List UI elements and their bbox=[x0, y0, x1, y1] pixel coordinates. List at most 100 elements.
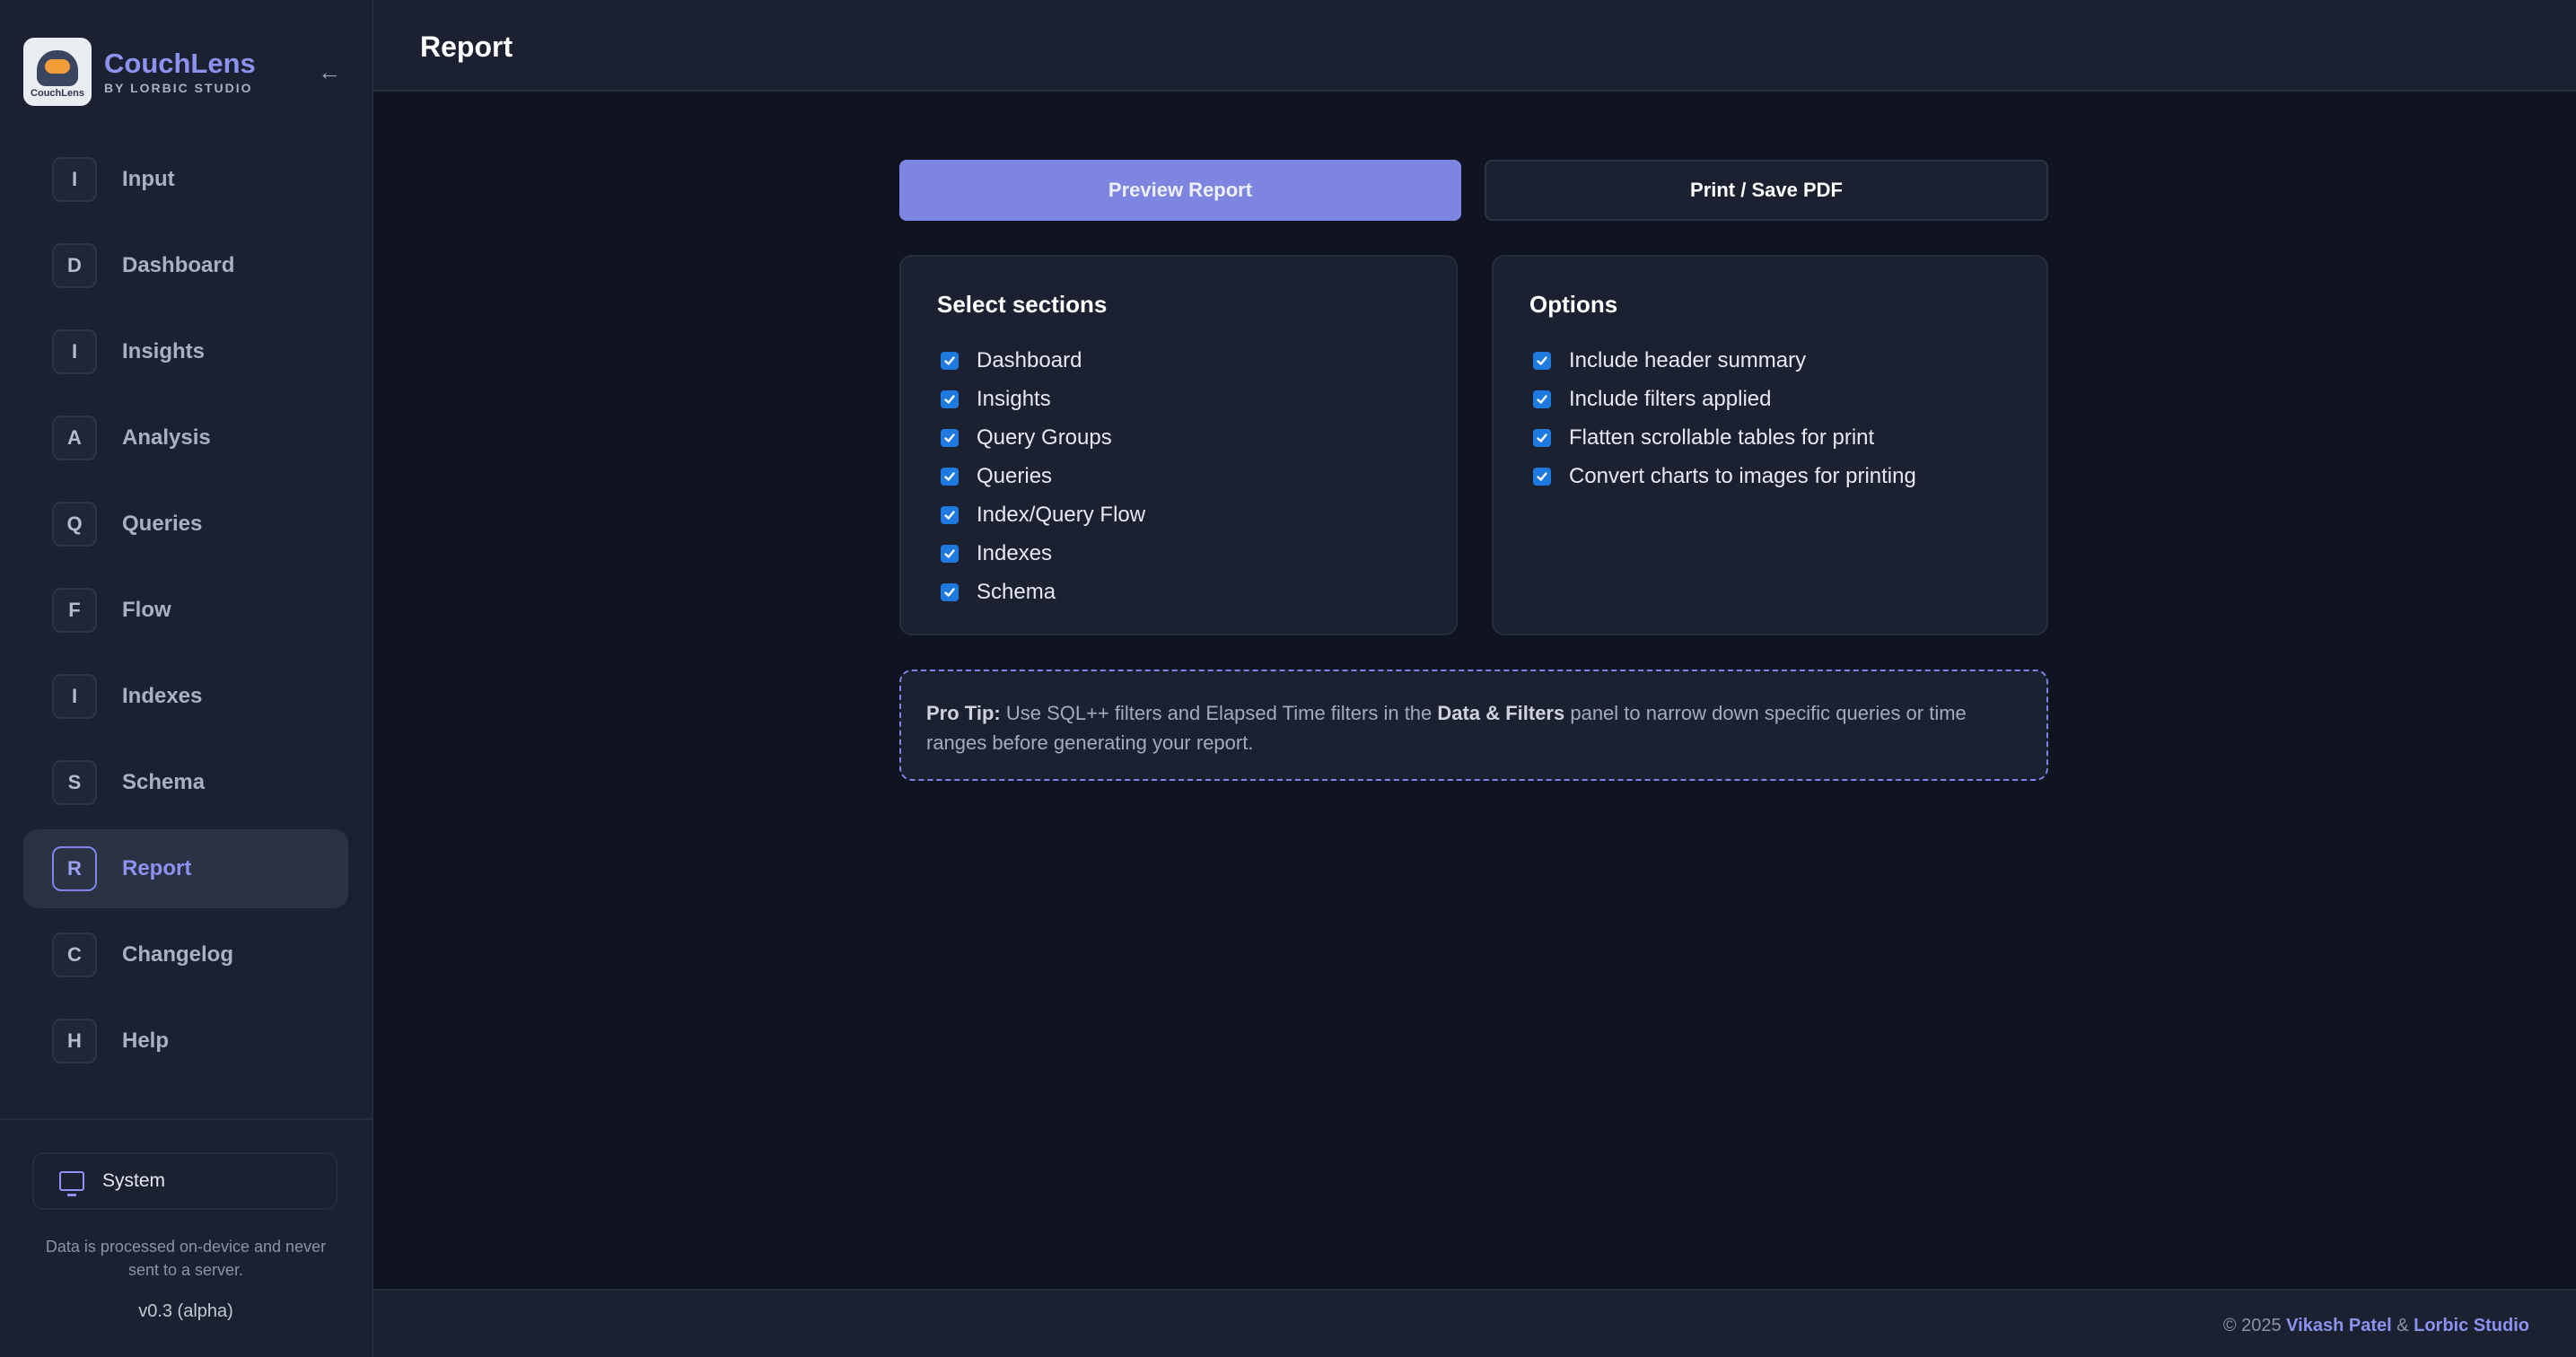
options-list: Include header summary Include filters ap… bbox=[1533, 341, 1916, 495]
checkmark-icon bbox=[944, 587, 955, 597]
checkbox[interactable] bbox=[941, 467, 959, 486]
sidebar-item-report[interactable]: R Report bbox=[23, 829, 348, 908]
sidebar-item-label: Report bbox=[122, 856, 192, 880]
sidebar-item-label: Dashboard bbox=[122, 253, 235, 277]
checkbox[interactable] bbox=[941, 505, 959, 524]
theme-toggle-button[interactable]: System bbox=[32, 1152, 337, 1210]
sidebar-item-analysis[interactable]: A Analysis bbox=[23, 398, 348, 477]
print-save-pdf-button[interactable]: Print / Save PDF bbox=[1485, 160, 2048, 221]
options-card: Options Include header summary Include fi… bbox=[1492, 255, 2048, 635]
checkmark-icon bbox=[944, 510, 955, 520]
sections-option-indexes[interactable]: Indexes bbox=[941, 534, 1145, 573]
sidebar-nav: I Input D Dashboard I Insights A Analysis Q Queri… bbox=[23, 140, 348, 1088]
sidebar-item-badge: I bbox=[52, 674, 97, 719]
checkbox-label: Convert charts to images for printing bbox=[1569, 463, 1916, 488]
brand-name: CouchLens bbox=[104, 48, 256, 79]
checkmark-icon bbox=[944, 394, 955, 404]
checkbox-label: Queries bbox=[977, 463, 1053, 488]
sidebar-item-badge: Q bbox=[52, 502, 97, 547]
sidebar-item-label: Schema bbox=[122, 770, 206, 794]
sidebar-item-label: Input bbox=[122, 167, 175, 191]
sidebar-item-help[interactable]: H Help bbox=[23, 1002, 348, 1081]
sidebar-item-queries[interactable]: Q Queries bbox=[23, 485, 348, 564]
sidebar: CouchLens CouchLens BY LORBIC STUDIO ← I… bbox=[0, 0, 373, 1357]
checkmark-icon bbox=[1537, 355, 1547, 365]
sections-option-queries[interactable]: Queries bbox=[941, 457, 1145, 495]
page-title: Report bbox=[420, 31, 513, 63]
tip-highlight: Data & Filters bbox=[1437, 702, 1565, 724]
sidebar-footer: System Data is processed on-device and n… bbox=[0, 1118, 372, 1357]
options-option-include-header-summary[interactable]: Include header summary bbox=[1533, 341, 1916, 380]
select-sections-card: Select sections Dashboard Insights Query G… bbox=[899, 255, 1458, 635]
sidebar-item-indexes[interactable]: I Indexes bbox=[23, 657, 348, 736]
couchlens-logo: CouchLens bbox=[23, 38, 92, 106]
options-title: Options bbox=[1529, 291, 1618, 318]
checkbox-label: Query Groups bbox=[977, 425, 1112, 450]
sidebar-item-flow[interactable]: F Flow bbox=[23, 571, 348, 650]
sections-option-dashboard[interactable]: Dashboard bbox=[941, 341, 1145, 380]
checkbox[interactable] bbox=[1533, 351, 1551, 370]
version-label: v0.3 (alpha) bbox=[138, 1301, 233, 1321]
checkbox[interactable] bbox=[1533, 428, 1551, 447]
sidebar-item-badge: I bbox=[52, 157, 97, 202]
checkbox[interactable] bbox=[1533, 467, 1551, 486]
sidebar-item-badge: D bbox=[52, 243, 97, 288]
options-option-flatten-scrollable-tables-for-print[interactable]: Flatten scrollable tables for print bbox=[1533, 418, 1916, 457]
checkbox-label: Indexes bbox=[977, 540, 1053, 565]
sidebar-item-label: Flow bbox=[122, 598, 171, 622]
checkbox[interactable] bbox=[941, 428, 959, 447]
sidebar-item-input[interactable]: I Input bbox=[23, 140, 348, 219]
preview-report-button[interactable]: Preview Report bbox=[899, 160, 1461, 221]
top-header: Report bbox=[373, 0, 2576, 92]
collapse-sidebar-button[interactable]: ← bbox=[307, 54, 352, 90]
sections-option-index-query-flow[interactable]: Index/Query Flow bbox=[941, 495, 1145, 534]
copyright-separator: & bbox=[2391, 1316, 2414, 1335]
sidebar-item-label: Indexes bbox=[122, 684, 203, 708]
sidebar-item-schema[interactable]: S Schema bbox=[23, 743, 348, 822]
sidebar-item-badge: R bbox=[52, 846, 97, 891]
sidebar-item-label: Insights bbox=[122, 339, 206, 363]
copyright-prefix: © 2025 bbox=[2222, 1316, 2287, 1335]
sections-title: Select sections bbox=[937, 291, 1108, 318]
checkmark-icon bbox=[1537, 471, 1547, 481]
sidebar-item-label: Changelog bbox=[122, 942, 233, 967]
checkmark-icon bbox=[944, 433, 955, 442]
sections-option-insights[interactable]: Insights bbox=[941, 380, 1145, 418]
theme-label: System bbox=[102, 1170, 166, 1191]
author-link[interactable]: Vikash Patel bbox=[2286, 1316, 2391, 1335]
studio-link[interactable]: Lorbic Studio bbox=[2414, 1316, 2529, 1335]
checkbox-label: Schema bbox=[977, 579, 1056, 604]
monitor-icon bbox=[59, 1171, 84, 1196]
page-footer: © 2025 Vikash Patel & Lorbic Studio bbox=[373, 1289, 2576, 1357]
privacy-note: Data is processed on-device and never se… bbox=[45, 1238, 327, 1279]
checkbox[interactable] bbox=[941, 544, 959, 563]
checkbox-label: Index/Query Flow bbox=[977, 502, 1146, 527]
checkbox[interactable] bbox=[941, 582, 959, 601]
astronaut-helmet-icon bbox=[37, 50, 78, 86]
checkbox-label: Include filters applied bbox=[1569, 386, 1772, 411]
checkmark-icon bbox=[1537, 433, 1547, 442]
checkmark-icon bbox=[944, 471, 955, 481]
sidebar-item-label: Help bbox=[122, 1029, 170, 1053]
sidebar-item-changelog[interactable]: C Changelog bbox=[23, 915, 348, 994]
pro-tip: Pro Tip: Use SQL++ filters and Elapsed T… bbox=[899, 670, 2048, 781]
sidebar-item-label: Queries bbox=[122, 512, 203, 536]
sections-option-schema[interactable]: Schema bbox=[941, 573, 1145, 611]
sidebar-item-badge: F bbox=[52, 588, 97, 633]
options-option-include-filters-applied[interactable]: Include filters applied bbox=[1533, 380, 1916, 418]
sidebar-item-badge: A bbox=[52, 416, 97, 460]
sidebar-item-badge: C bbox=[52, 932, 97, 977]
sidebar-item-dashboard[interactable]: D Dashboard bbox=[23, 226, 348, 305]
copyright: © 2025 Vikash Patel & Lorbic Studio bbox=[2223, 1316, 2529, 1336]
checkbox[interactable] bbox=[941, 390, 959, 408]
brand[interactable]: CouchLens CouchLens BY LORBIC STUDIO bbox=[23, 38, 355, 106]
sidebar-item-insights[interactable]: I Insights bbox=[23, 312, 348, 391]
sections-list: Dashboard Insights Query Groups Queries Inde… bbox=[941, 341, 1145, 611]
checkbox[interactable] bbox=[941, 351, 959, 370]
checkbox[interactable] bbox=[1533, 390, 1551, 408]
options-option-convert-charts-to-images-for-printing[interactable]: Convert charts to images for printing bbox=[1533, 457, 1916, 495]
sidebar-item-label: Analysis bbox=[122, 425, 211, 450]
logo-text: CouchLens bbox=[31, 88, 84, 99]
sections-option-query-groups[interactable]: Query Groups bbox=[941, 418, 1145, 457]
brand-subtitle: BY LORBIC STUDIO bbox=[104, 81, 253, 95]
